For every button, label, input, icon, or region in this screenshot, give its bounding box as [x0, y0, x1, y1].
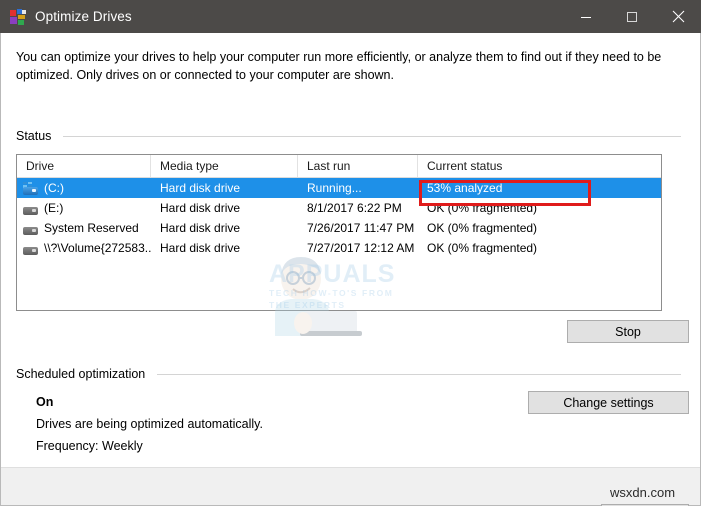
status-group-label: Status [16, 129, 52, 143]
window-body: You can optimize your drives to help you… [0, 33, 701, 506]
stop-button[interactable]: Stop [567, 320, 689, 343]
cell-drive: \\?\Volume{272583... [17, 238, 151, 258]
intro-text: You can optimize your drives to help you… [16, 50, 662, 82]
table-row[interactable]: (E:) Hard disk drive 8/1/2017 6:22 PM OK… [17, 198, 661, 218]
column-header-last-run[interactable]: Last run [298, 155, 418, 177]
cell-last-run: Running... [307, 181, 362, 195]
close-icon[interactable] [655, 0, 701, 33]
table-row[interactable]: \\?\Volume{272583... Hard disk drive 7/2… [17, 238, 661, 258]
table-row[interactable]: System Reserved Hard disk drive 7/26/201… [17, 218, 661, 238]
cell-drive-label: (C:) [44, 181, 64, 195]
drives-list-header: Drive Media type Last run Current status [17, 155, 661, 178]
defrag-icon [10, 8, 26, 25]
drives-list[interactable]: Drive Media type Last run Current status… [16, 154, 662, 311]
column-header-media-type[interactable]: Media type [151, 155, 298, 177]
scheduled-optimization-label: Scheduled optimization [16, 367, 146, 381]
system-drive-icon [22, 181, 39, 195]
cell-drive: System Reserved [17, 218, 151, 238]
cell-media-type: Hard disk drive [160, 181, 241, 195]
window-controls [563, 0, 701, 33]
cell-current-status: OK (0% fragmented) [427, 241, 538, 255]
minimize-icon[interactable] [563, 0, 609, 33]
change-settings-button[interactable]: Change settings [528, 391, 689, 414]
cell-last-run: 7/26/2017 11:47 PM [307, 221, 415, 235]
drive-icon [22, 242, 39, 255]
maximize-icon[interactable] [609, 0, 655, 33]
cell-current-status: 53% analyzed [427, 181, 503, 195]
cell-current-status: OK (0% fragmented) [427, 221, 538, 235]
status-group-header: Status [16, 129, 681, 143]
status-group-divider [63, 135, 681, 137]
optimize-drives-window: Optimize Drives You can optimize your dr… [0, 0, 701, 506]
footer-bar [1, 467, 700, 505]
title-bar: Optimize Drives [0, 0, 701, 33]
cell-media-type: Hard disk drive [160, 201, 241, 215]
cell-last-run: 8/1/2017 6:22 PM [307, 201, 402, 215]
schedule-frequency: Frequency: Weekly [36, 439, 143, 453]
cell-last-run: 7/27/2017 12:12 AM [307, 241, 415, 255]
cell-drive-label: (E:) [44, 201, 64, 215]
drive-icon [22, 222, 39, 235]
cell-drive: (E:) [17, 198, 151, 218]
cell-drive-label: System Reserved [44, 221, 139, 235]
cell-drive-label: \\?\Volume{272583... [44, 241, 151, 255]
cell-media-type: Hard disk drive [160, 221, 241, 235]
schedule-description: Drives are being optimized automatically… [36, 417, 263, 431]
drive-icon [22, 202, 39, 215]
table-row[interactable]: (C:) Hard disk drive Running... 53% anal… [17, 178, 661, 198]
cell-media-type: Hard disk drive [160, 241, 241, 255]
window-title: Optimize Drives [35, 9, 132, 24]
column-header-current-status[interactable]: Current status [418, 155, 661, 177]
scheduled-optimization-group-header: Scheduled optimization [16, 367, 681, 381]
cell-current-status: OK (0% fragmented) [427, 201, 538, 215]
column-header-drive[interactable]: Drive [17, 155, 151, 177]
schedule-state: On [36, 395, 54, 409]
cell-drive: (C:) [17, 178, 151, 198]
scheduled-optimization-divider [157, 373, 681, 375]
